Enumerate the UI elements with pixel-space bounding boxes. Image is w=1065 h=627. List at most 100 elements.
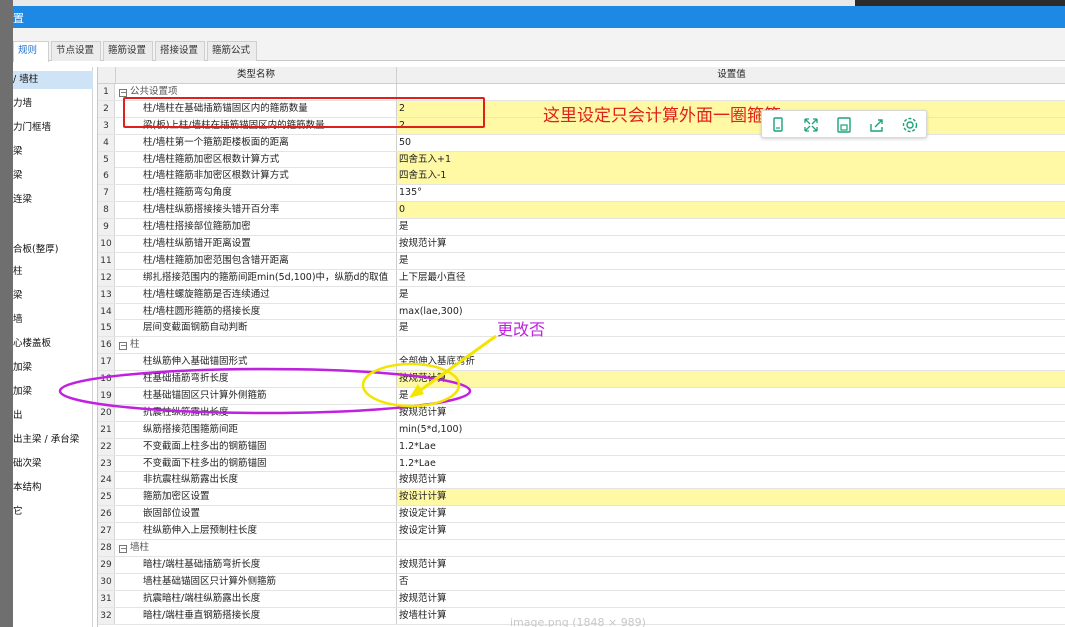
- table-row[interactable]: 7 柱/墙柱箍筋弯勾角度 135°: [98, 185, 1065, 203]
- table-row[interactable]: 21 纵筋搭接范围箍筋间距 min(5*d,100): [98, 421, 1065, 439]
- table-row[interactable]: 14 柱/墙柱圆形箍筋的搭接长度 max(lae,300): [98, 303, 1065, 321]
- table-row[interactable]: 15 层间变截面钢筋自动判断是: [98, 320, 1065, 338]
- table-row[interactable]: 30 墙柱基础锚固区只计算外侧箍筋 否: [98, 573, 1065, 591]
- row-setting-value[interactable]: 按设定计算: [396, 506, 1065, 523]
- sidebar-item[interactable]: 加梁: [13, 383, 93, 401]
- row-setting-value[interactable]: 1.2*Lae: [396, 438, 1065, 455]
- row-type-name: 柱纵筋伸入上层预制柱长度: [143, 525, 258, 537]
- row-number: 3: [98, 117, 115, 134]
- row-number: 32: [98, 607, 115, 624]
- row-number: 16: [98, 337, 115, 354]
- collapse-icon[interactable]: −: [119, 342, 127, 351]
- table-row[interactable]: 22 不变截面上柱多出的钢筋锚固 1.2*Lae: [98, 438, 1065, 456]
- sidebar-item[interactable]: 础次梁: [13, 455, 93, 473]
- sidebar-item[interactable]: 梁: [13, 287, 93, 305]
- collapse-icon[interactable]: −: [119, 545, 127, 554]
- phone-icon[interactable]: [768, 115, 788, 135]
- save-icon[interactable]: [834, 115, 854, 135]
- row-setting-value[interactable]: 是: [396, 388, 1065, 405]
- table-row[interactable]: 27 柱纵筋伸入上层预制柱长度 按设定计算: [98, 523, 1065, 541]
- tab-rules[interactable]: 规则: [13, 41, 49, 62]
- settings-table: 类型名称 设置值 1− 公共设置项 2 柱/墙柱在基础插筋锚固区内的箍筋数量 2 3 梁(板…: [97, 67, 1065, 627]
- table-row[interactable]: 25 箍筋加密区设置 按设计计算: [98, 489, 1065, 507]
- table-row[interactable]: 20 抗震柱纵筋露出长度 按规范计算: [98, 404, 1065, 422]
- collapse-icon[interactable]: −: [119, 89, 127, 97]
- table-row[interactable]: 13 柱/墙柱螺旋箍筋是否连续通过 是: [98, 286, 1065, 304]
- row-setting-value[interactable]: 否: [396, 573, 1065, 590]
- row-number: 31: [98, 590, 115, 607]
- row-setting-value[interactable]: 50: [396, 134, 1065, 151]
- sidebar-item[interactable]: 出: [13, 407, 93, 425]
- row-setting-value[interactable]: 按规范计算: [396, 404, 1065, 421]
- row-setting-value[interactable]: [396, 84, 1065, 100]
- table-row[interactable]: 31 抗震暗柱/端柱纵筋露出长度 按规范计算: [98, 590, 1065, 608]
- row-setting-value[interactable]: 按设计计算: [396, 489, 1065, 506]
- row-type-name: 柱/墙柱纵筋搭接接头错开百分率: [143, 204, 280, 216]
- row-setting-value[interactable]: 按规范计算: [396, 236, 1065, 253]
- sidebar-item[interactable]: 出主梁 / 承台梁: [13, 431, 93, 449]
- row-setting-value[interactable]: min(5*d,100): [396, 421, 1065, 438]
- sidebar-item[interactable]: 合板(整厚): [13, 241, 93, 259]
- row-number: 13: [98, 286, 115, 303]
- table-row[interactable]: 23 不变截面下柱多出的钢筋锚固 1.2*Lae: [98, 455, 1065, 473]
- sidebar-item[interactable]: 本结构: [13, 479, 93, 497]
- sidebar-item[interactable]: 它: [13, 503, 93, 521]
- table-row[interactable]: 5 柱/墙柱箍筋加密区根数计算方式 四舍五入+1: [98, 151, 1065, 169]
- row-setting-value[interactable]: 按规范计算: [396, 472, 1065, 489]
- table-row[interactable]: 16− 柱: [98, 337, 1065, 355]
- row-setting-value[interactable]: [396, 540, 1065, 557]
- sidebar-item[interactable]: 梁: [13, 167, 93, 185]
- tab-stirrup-formula[interactable]: 箍筋公式: [207, 41, 257, 61]
- table-row[interactable]: 9 柱/墙柱搭接部位箍筋加密 是: [98, 219, 1065, 237]
- row-setting-value[interactable]: 按规范计算: [396, 556, 1065, 573]
- sidebar-item[interactable]: / 墙柱: [13, 71, 93, 89]
- table-row[interactable]: 6 柱/墙柱箍筋非加密区根数计算方式 四舍五入-1: [98, 168, 1065, 186]
- row-number: 6: [98, 168, 115, 185]
- sidebar-item[interactable]: 梁: [13, 143, 93, 161]
- group-label: 墙柱: [130, 542, 150, 554]
- row-type-name: 柱/墙柱第一个箍筋距楼板面的距离: [143, 136, 289, 148]
- table-row[interactable]: 8 柱/墙柱纵筋搭接接头错开百分率 0: [98, 202, 1065, 220]
- row-setting-value[interactable]: 四舍五入-1: [396, 168, 1065, 185]
- row-setting-value[interactable]: 是: [396, 252, 1065, 269]
- share-icon[interactable]: [867, 115, 887, 135]
- row-setting-value[interactable]: 上下层最小直径: [396, 269, 1065, 286]
- sidebar-item[interactable]: 连梁: [13, 191, 93, 209]
- row-setting-value[interactable]: 全部伸入基底弯折: [396, 354, 1065, 371]
- sidebar-item[interactable]: [13, 217, 93, 235]
- table-row[interactable]: 28− 墙柱: [98, 540, 1065, 557]
- tab-stirrup-settings[interactable]: 箍筋设置: [103, 41, 153, 61]
- row-number: 20: [98, 404, 115, 421]
- tab-lap-settings[interactable]: 搭接设置: [155, 41, 205, 61]
- row-setting-value[interactable]: 按规范计算: [396, 590, 1065, 607]
- table-row[interactable]: 19 柱基础锚固区只计算外侧箍筋 是: [98, 388, 1065, 405]
- table-row[interactable]: 24 非抗震柱纵筋露出长度 按规范计算: [98, 472, 1065, 490]
- table-row[interactable]: 17 柱纵筋伸入基础锚固形式 全部伸入基底弯折: [98, 354, 1065, 372]
- row-setting-value[interactable]: 是: [396, 286, 1065, 303]
- table-row[interactable]: 26 嵌固部位设置 按设定计算: [98, 506, 1065, 524]
- table-row[interactable]: 12 绑扎搭接范围内的箍筋间距min(5d,100)中，纵筋d的取值 上下层最小直径: [98, 269, 1065, 287]
- sidebar-item[interactable]: 力门框墙: [13, 119, 93, 137]
- sidebar-item[interactable]: 墙: [13, 311, 93, 329]
- table-row[interactable]: 18 柱基础插筋弯折长度 按规范计算: [98, 371, 1065, 389]
- row-setting-value[interactable]: 1.2*Lae: [396, 455, 1065, 472]
- sidebar-item[interactable]: 力墙: [13, 95, 93, 113]
- sidebar-item[interactable]: 柱: [13, 263, 93, 281]
- row-number: 8: [98, 202, 115, 219]
- table-row[interactable]: 10 柱/墙柱纵筋错开距离设置 按规范计算: [98, 236, 1065, 253]
- row-number: 27: [98, 523, 115, 540]
- table-row[interactable]: 29 暗柱/端柱基础插筋弯折长度 按规范计算: [98, 556, 1065, 574]
- row-setting-value[interactable]: 135°: [396, 185, 1065, 202]
- tab-node-settings[interactable]: 节点设置: [51, 41, 101, 61]
- row-setting-value[interactable]: 按墙柱计算: [396, 607, 1065, 624]
- row-setting-value[interactable]: 0: [396, 202, 1065, 219]
- row-setting-value[interactable]: 四舍五入+1: [396, 151, 1065, 168]
- row-setting-value[interactable]: 是: [396, 219, 1065, 236]
- sidebar-item[interactable]: 加梁: [13, 359, 93, 377]
- table-row[interactable]: 11 柱/墙柱箍筋加密范围包含错开距离 是: [98, 252, 1065, 270]
- expand-icon[interactable]: [801, 115, 821, 135]
- row-setting-value[interactable]: 按设定计算: [396, 523, 1065, 540]
- settings-icon[interactable]: [900, 115, 920, 135]
- row-setting-value[interactable]: 按规范计算: [396, 371, 1065, 388]
- sidebar-item[interactable]: 心楼盖板: [13, 335, 93, 353]
